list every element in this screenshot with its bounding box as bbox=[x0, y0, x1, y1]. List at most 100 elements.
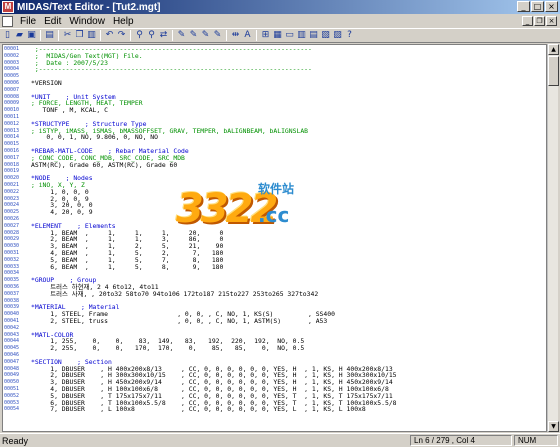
line-number: 00039 bbox=[4, 304, 20, 311]
line-text[interactable]: ASTM(RC), Grade 60, ASTM(RC), Grade 60 bbox=[31, 161, 177, 169]
status-text: Ready bbox=[2, 435, 29, 446]
line-number: 00015 bbox=[4, 141, 20, 148]
line-number: 00050 bbox=[4, 379, 20, 386]
app-icon: M bbox=[2, 1, 14, 13]
find-icon[interactable]: ⚲ bbox=[134, 30, 145, 41]
toolbar-separator bbox=[130, 30, 131, 41]
vertical-scrollbar[interactable]: ▲ ▼ bbox=[547, 44, 559, 432]
cut-icon[interactable]: ✂ bbox=[62, 30, 73, 41]
line-number: 00051 bbox=[4, 386, 20, 392]
watermark-suffix: .cc bbox=[258, 203, 290, 227]
save-icon[interactable]: ▣ bbox=[26, 30, 37, 41]
window-title: MIDAS/Text Editor - [Tut2.mgt] bbox=[17, 1, 161, 13]
new-icon[interactable]: ▯ bbox=[2, 30, 13, 41]
line-text[interactable]: 2, STEEL, truss , 0, 0, , C, NO, 1, ASTM… bbox=[31, 318, 327, 325]
find-next-icon[interactable]: ⚲ bbox=[146, 30, 157, 41]
line-number: 00007 bbox=[4, 86, 20, 93]
line-number: 00042 bbox=[4, 324, 20, 331]
document-icon[interactable] bbox=[2, 15, 13, 27]
line-number: 00043 bbox=[4, 331, 20, 338]
replace-icon[interactable]: ⇄ bbox=[158, 30, 169, 41]
tool-3-icon[interactable]: ✎ bbox=[200, 30, 211, 41]
font-icon[interactable]: A bbox=[242, 30, 253, 41]
line-number: 00027 bbox=[4, 222, 20, 229]
watermark-chinese: 软件站 bbox=[258, 182, 295, 196]
menu-window[interactable]: Window bbox=[65, 16, 109, 27]
scroll-down-icon[interactable]: ▼ bbox=[548, 421, 559, 432]
window-controls: _ □ × bbox=[517, 1, 558, 12]
line-number: 00044 bbox=[4, 338, 20, 345]
print-icon[interactable]: ▤ bbox=[44, 30, 55, 41]
line-text[interactable]: *VERSION bbox=[31, 80, 62, 87]
help-icon[interactable]: ? bbox=[344, 30, 355, 41]
line-text[interactable]: 0, 0, 1, NO, 9.806, 0, NO, NO bbox=[31, 134, 158, 141]
doc-restore-button[interactable]: ❐ bbox=[534, 16, 545, 26]
menu-bar: File Edit Window Help _ ❐ × bbox=[0, 14, 560, 28]
tool-6-icon[interactable]: ⊞ bbox=[260, 30, 271, 41]
status-bar: Ready Ln 6 / 279 , Col 4 NUM bbox=[0, 433, 560, 447]
numlock-indicator: NUM bbox=[514, 435, 558, 446]
minimize-button[interactable]: _ bbox=[517, 1, 530, 12]
line-number: 00011 bbox=[4, 114, 20, 120]
menu-edit[interactable]: Edit bbox=[40, 16, 65, 27]
tool-10-icon[interactable]: ▤ bbox=[308, 30, 319, 41]
menu-file[interactable]: File bbox=[16, 16, 40, 27]
line-text[interactable]: 6, BEAM , 1, 5, 8, 9, 180 bbox=[31, 263, 223, 271]
line-number: 00013 bbox=[4, 127, 20, 134]
tool-11-icon[interactable]: ▧ bbox=[320, 30, 331, 41]
line-number: 00023 bbox=[4, 195, 20, 202]
doc-minimize-button[interactable]: _ bbox=[522, 16, 533, 26]
toolbar-separator bbox=[100, 30, 101, 41]
doc-close-button[interactable]: × bbox=[546, 16, 557, 26]
line-number: 00046 bbox=[4, 352, 20, 358]
line-text[interactable]: 트러스 사재, , 20to32 58to70 94to106 172to187… bbox=[31, 290, 318, 298]
line-number: 00026 bbox=[4, 216, 20, 222]
menu-help[interactable]: Help bbox=[109, 16, 138, 27]
undo-icon[interactable]: ↶ bbox=[104, 30, 115, 41]
line-number: 00035 bbox=[4, 277, 20, 284]
line-text[interactable]: 4, 20, 0, 9 bbox=[31, 209, 92, 216]
tool-1-icon[interactable]: ✎ bbox=[176, 30, 187, 41]
line-number: 00009 bbox=[4, 100, 20, 107]
line-text[interactable]: TONF , M, KCAL, C bbox=[31, 107, 108, 114]
scroll-thumb[interactable] bbox=[548, 56, 559, 86]
scroll-up-icon[interactable]: ▲ bbox=[548, 44, 559, 55]
line-number: 00004 bbox=[4, 66, 20, 73]
line-number: 00047 bbox=[4, 358, 20, 365]
line-number: 00012 bbox=[4, 120, 20, 127]
line-number: 00006 bbox=[4, 80, 20, 86]
tool-8-icon[interactable]: ▭ bbox=[284, 30, 295, 41]
line-number: 00031 bbox=[4, 250, 20, 256]
line-number: 00040 bbox=[4, 311, 20, 318]
line-text[interactable]: 7, DBUSER , L 100x8 , CC, 0, 0, 0, 0, 0,… bbox=[31, 406, 366, 413]
line-number: 00016 bbox=[4, 148, 20, 154]
tool-7-icon[interactable]: ▦ bbox=[272, 30, 283, 41]
tool-12-icon[interactable]: ▨ bbox=[332, 30, 343, 41]
line-number: 00005 bbox=[4, 73, 20, 80]
redo-icon[interactable]: ↷ bbox=[116, 30, 127, 41]
line-number: 00052 bbox=[4, 392, 20, 399]
tool-2-icon[interactable]: ✎ bbox=[188, 30, 199, 41]
line-number: 00020 bbox=[4, 175, 20, 182]
maximize-button[interactable]: □ bbox=[531, 1, 544, 12]
line-number: 00034 bbox=[4, 270, 20, 277]
close-button[interactable]: × bbox=[545, 1, 558, 12]
tool-9-icon[interactable]: ▥ bbox=[296, 30, 307, 41]
copy-icon[interactable]: ❐ bbox=[74, 30, 85, 41]
line-number: 00002 bbox=[4, 52, 20, 59]
tool-5-icon[interactable]: ⇹ bbox=[230, 30, 241, 41]
line-text[interactable]: ;---------------------------------------… bbox=[31, 66, 312, 73]
line-number: 00049 bbox=[4, 372, 20, 379]
title-bar: M MIDAS/Text Editor - [Tut2.mgt] _ □ × bbox=[0, 0, 560, 14]
line-number: 00033 bbox=[4, 263, 20, 270]
line-text[interactable]: 2, 255, 0, 0, 170, 170, 0, 85, 85, 0, NO… bbox=[31, 345, 304, 352]
open-icon[interactable]: ▰ bbox=[14, 30, 25, 41]
line-number: 00038 bbox=[4, 297, 20, 304]
tool-4-icon[interactable]: ✎ bbox=[212, 30, 223, 41]
line-number: 00036 bbox=[4, 284, 20, 290]
line-number: 00019 bbox=[4, 168, 20, 175]
line-number: 00024 bbox=[4, 202, 20, 209]
paste-icon[interactable]: ▥ bbox=[86, 30, 97, 41]
line-number: 00053 bbox=[4, 399, 20, 406]
line-number: 00008 bbox=[4, 93, 20, 100]
